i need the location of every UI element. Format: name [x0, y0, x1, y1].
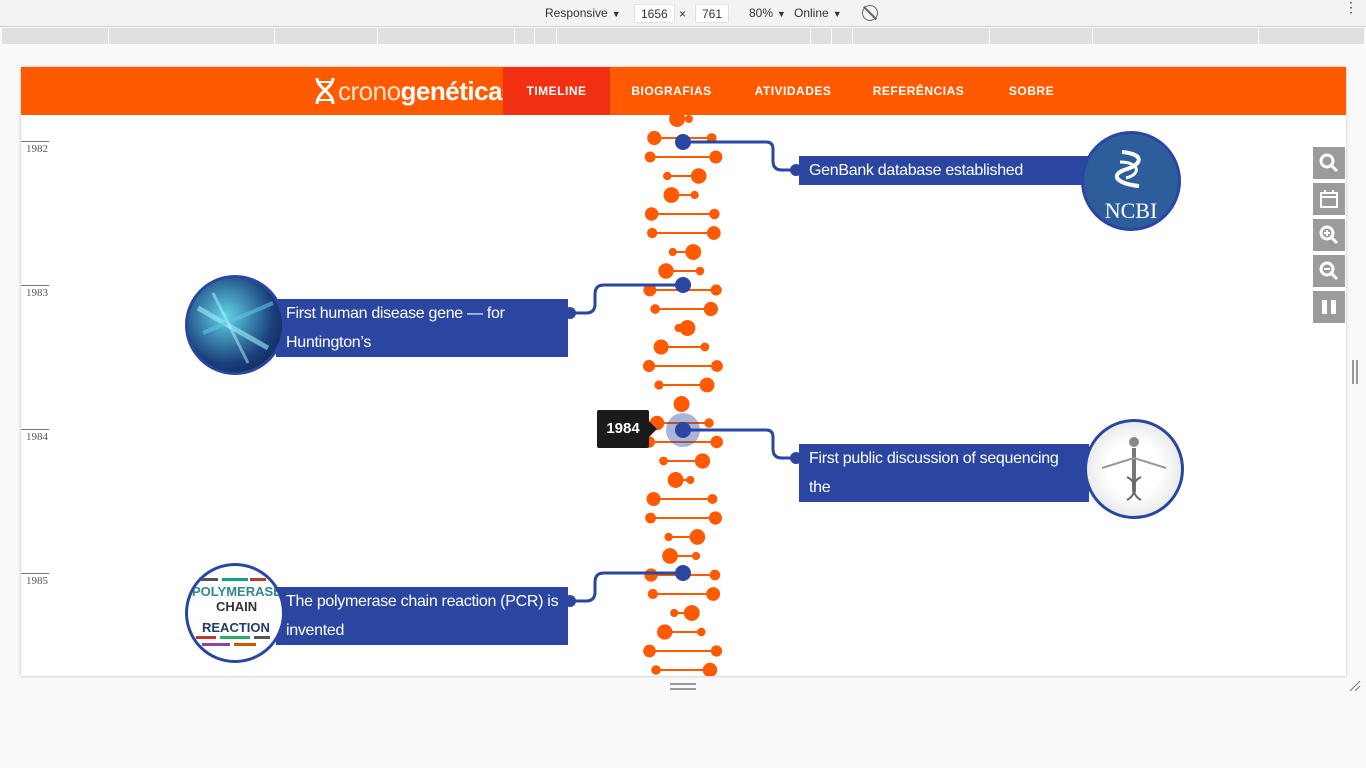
event-title-line2: human genome — [809, 508, 917, 525]
pause-icon — [1322, 300, 1336, 314]
event-card-pcr[interactable]: The polymerase chain reaction (PCR) is i… — [276, 587, 568, 645]
event-title-line2: invented — [286, 622, 345, 639]
times-symbol: × — [679, 7, 687, 21]
device-toolbar: Responsive ▼ 1656 × 761 80% ▼ Online ▼ ⋮ — [0, 0, 1366, 27]
event-image-pcr-wordcloud[interactable]: POLYMERASE CHAIN REACTION — [185, 563, 285, 663]
search-button[interactable] — [1313, 147, 1345, 179]
width-input[interactable]: 1656 — [634, 4, 675, 23]
caret-down-icon: ▼ — [611, 9, 621, 19]
event-node — [675, 277, 691, 293]
event-image-dna-abstract[interactable] — [185, 275, 285, 375]
zoom-out-button[interactable] — [1313, 255, 1345, 287]
event-title-line1: First human disease gene — for Huntingto… — [286, 305, 505, 351]
event-node — [675, 422, 691, 438]
zoom-out-icon — [1319, 261, 1339, 281]
dna-strands-icon — [196, 292, 274, 364]
event-image-dna-human[interactable] — [1084, 419, 1184, 519]
event-title: GenBank database established — [809, 162, 1023, 179]
device-select[interactable]: Responsive ▼ — [545, 6, 621, 22]
throttle-select[interactable]: Online ▼ — [794, 6, 842, 22]
event-card-huntington[interactable]: First human disease gene — for Huntingto… — [276, 299, 568, 409]
event-image-ncbi[interactable]: NCBI — [1081, 131, 1181, 231]
zoom-select[interactable]: 80% ▼ — [749, 6, 786, 22]
emulated-viewport: crono genética TIMELINE BIOGRAFIAS ATIVID… — [21, 67, 1346, 676]
zoom-in-icon — [1319, 225, 1339, 245]
event-title-line2: disease — is mapped with DNA markers — [286, 363, 502, 409]
resize-corner-icon[interactable] — [1349, 680, 1361, 692]
more-options-icon[interactable]: ⋮ — [1344, 0, 1358, 14]
event-title-line1: The polymerase chain reaction (PCR) is — [286, 593, 559, 610]
calendar-icon — [1320, 190, 1338, 208]
wordcloud-icon: POLYMERASE CHAIN REACTION — [192, 578, 282, 646]
resize-handle-right[interactable] — [1352, 360, 1358, 384]
pause-button[interactable] — [1313, 291, 1345, 323]
current-year-tooltip: 1984 — [597, 410, 657, 448]
height-input[interactable]: 761 — [695, 4, 730, 23]
svg-text:REACTION: REACTION — [202, 620, 270, 635]
device-label: Responsive — [545, 6, 608, 20]
zoom-in-button[interactable] — [1313, 219, 1345, 251]
event-node — [675, 565, 691, 581]
caret-down-icon: ▼ — [832, 9, 842, 19]
event-title-line1: First public discussion of sequencing th… — [809, 450, 1059, 496]
svg-text:NCBI: NCBI — [1105, 198, 1158, 223]
calendar-button[interactable] — [1313, 183, 1345, 215]
event-card-human-genome[interactable]: First public discussion of sequencing th… — [799, 444, 1089, 525]
throttle-label: Online — [794, 6, 829, 20]
svg-text:POLYMERASE: POLYMERASE — [192, 584, 282, 599]
media-query-bar[interactable] — [2, 28, 1364, 44]
event-card-genbank[interactable]: GenBank database established — [799, 156, 1089, 185]
caret-down-icon: ▼ — [777, 9, 786, 19]
resize-handle-bottom[interactable] — [670, 683, 696, 690]
event-node — [675, 134, 691, 150]
human-dna-figure-icon — [1101, 437, 1167, 501]
search-icon — [1319, 153, 1339, 173]
ncbi-logo-icon: NCBI — [1105, 150, 1158, 223]
svg-text:CHAIN: CHAIN — [216, 599, 257, 614]
zoom-label: 80% — [749, 6, 774, 20]
rotate-icon[interactable] — [862, 5, 878, 21]
